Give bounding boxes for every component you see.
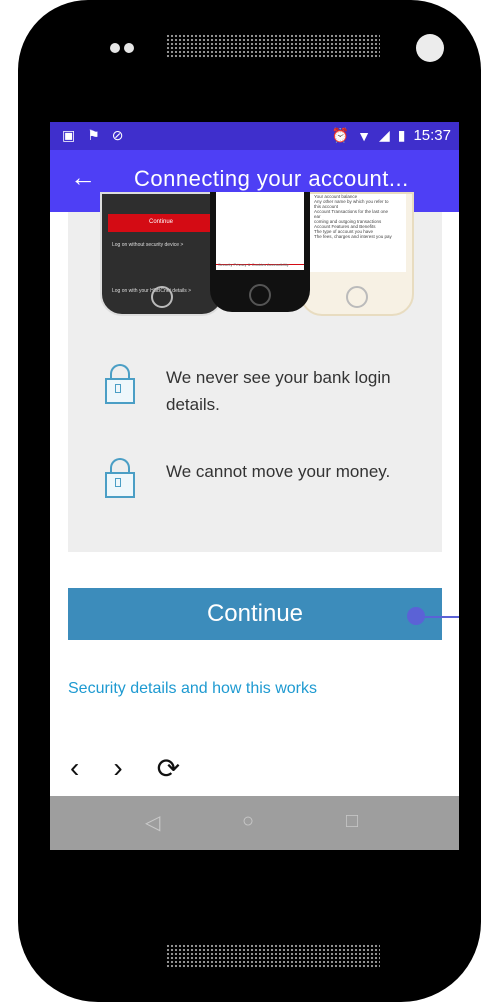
nav-back-icon[interactable]: ◁ — [145, 810, 160, 835]
do-not-disturb-icon: ⊘ — [111, 127, 124, 143]
phone-screen: ▣ ⚑ ⊘ ⏰ ▼ ◢ ▮ 15:37 ← Connecting your ac… — [50, 122, 459, 850]
status-bar: ▣ ⚑ ⊘ ⏰ ▼ ◢ ▮ 15:37 — [50, 122, 459, 150]
page-title: Connecting your account... — [134, 166, 409, 191]
tap-indicator-dot — [407, 607, 425, 625]
refresh-icon[interactable]: ⟳ — [157, 752, 180, 785]
status-time: 15:37 — [413, 127, 451, 144]
speaker-grille-top — [166, 34, 380, 58]
system-nav-bar: ◁ ○ □ — [50, 796, 459, 850]
padlock-icon — [104, 458, 136, 498]
image-notification-icon: ▣ — [62, 127, 76, 143]
back-chevron-icon[interactable]: ‹ — [70, 752, 79, 785]
security-details-link[interactable]: Security details and how this works — [68, 680, 317, 698]
security-point-login: We never see your bank login details. — [104, 364, 406, 418]
nav-recents-icon[interactable]: □ — [346, 810, 358, 833]
padlock-icon — [104, 364, 136, 404]
security-point-text: We never see your bank login details. — [166, 368, 391, 414]
sensor-dots — [110, 40, 138, 58]
security-info-panel: Continue Log on without security device … — [68, 192, 442, 552]
continue-button[interactable]: Continue — [68, 588, 442, 640]
alarm-icon: ⏰ — [331, 127, 350, 143]
mockup-footer: Security Privacy & Cookies Accessibility — [218, 262, 289, 267]
tap-indicator-line — [425, 616, 459, 618]
phone-mockup-right: Your account balance Any other name by w… — [300, 192, 414, 316]
mockup-button-text: Continue — [148, 219, 174, 225]
wifi-icon: ▼ — [357, 127, 371, 144]
security-point-money: We cannot move your money. — [104, 458, 406, 498]
mockup-text-line: The fees, charges and interest you pay — [314, 234, 392, 239]
browser-nav-row: ‹ › ⟳ — [70, 752, 180, 785]
flag-notification-icon: ⚑ — [87, 127, 100, 143]
forward-chevron-icon[interactable]: › — [113, 752, 122, 785]
mockup-line-1: Log on without security device > — [112, 242, 184, 248]
front-camera — [416, 34, 444, 62]
phone-mockup-left: Continue Log on without security device … — [100, 192, 224, 316]
security-point-text: We cannot move your money. — [166, 462, 391, 481]
back-arrow-icon[interactable]: ← — [70, 162, 96, 193]
nav-home-icon[interactable]: ○ — [242, 810, 254, 833]
signal-icon: ◢ — [378, 127, 390, 143]
speaker-grille-bottom — [166, 944, 380, 968]
phone-mockup-center: Security Privacy & Cookies Accessibility — [210, 192, 310, 312]
bank-app-preview-image: Continue Log on without security device … — [100, 192, 414, 322]
battery-icon: ▮ — [397, 127, 406, 143]
